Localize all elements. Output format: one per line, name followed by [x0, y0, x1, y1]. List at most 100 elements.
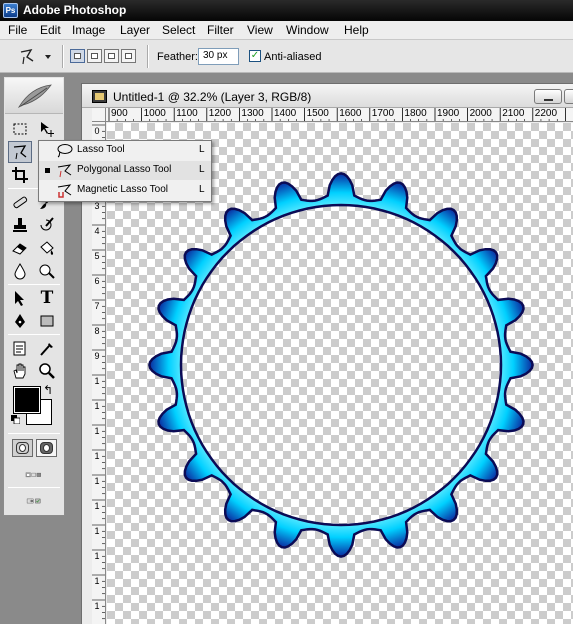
menu-edit[interactable]: Edit	[40, 23, 61, 37]
document-title: Untitled-1 @ 32.2% (Layer 3, RGB/8)	[113, 90, 312, 104]
ruler-label: 1	[94, 501, 100, 511]
marquee-icon	[13, 123, 27, 135]
menu-filter[interactable]: Filter	[207, 23, 234, 37]
chevron-down-icon	[45, 55, 51, 59]
ruler-label: 9	[94, 351, 100, 361]
tool-history-brush[interactable]	[35, 214, 59, 236]
tool-notes[interactable]	[8, 337, 32, 359]
tool-path-selection[interactable]	[8, 287, 32, 309]
tool-zoom[interactable]	[35, 360, 59, 382]
feather-input[interactable]: 30 px	[198, 48, 239, 65]
ruler-label: 1400	[274, 108, 297, 119]
horizontal-ruler[interactable]: 900 1000 1100 1200 1300 1400 1500 1600 1700 1800 1…	[106, 108, 573, 122]
tool-type[interactable]: T	[35, 287, 59, 309]
menu-layer[interactable]: Layer	[120, 23, 150, 37]
crop-icon	[12, 167, 28, 183]
ruler-label: 1800	[404, 108, 427, 119]
menu-select[interactable]: Select	[162, 23, 195, 37]
maximize-button[interactable]	[564, 89, 573, 104]
ruler-label: 3	[94, 201, 100, 211]
move-icon	[41, 122, 54, 137]
ruler-label: 900	[111, 108, 128, 119]
swap-colors-icon[interactable]: ↰	[43, 383, 53, 397]
foreground-color-swatch[interactable]	[13, 386, 41, 414]
ruler-label: 7	[94, 301, 100, 311]
app-title: Adobe Photoshop	[23, 3, 127, 17]
antialias-label: Anti-aliased	[264, 51, 322, 63]
eyedropper-icon	[40, 343, 53, 356]
divider	[8, 284, 60, 285]
menu-help[interactable]: Help	[344, 23, 369, 37]
tool-lasso[interactable]	[8, 141, 32, 163]
ruler-label: 4	[94, 226, 100, 236]
magnetic-lasso-icon	[57, 184, 72, 198]
history-brush-icon	[40, 217, 54, 231]
ruler-label: 1	[94, 526, 100, 536]
tool-hand[interactable]	[8, 360, 32, 382]
tool-blur[interactable]	[8, 260, 32, 282]
menu-image[interactable]: Image	[72, 23, 105, 37]
blur-icon	[14, 263, 26, 280]
tool-pen[interactable]	[8, 310, 32, 332]
tool-shape[interactable]	[35, 310, 59, 332]
add-to-selection-button[interactable]	[87, 49, 102, 63]
intersect-selection-button[interactable]	[121, 49, 136, 63]
jump-to-imageready-button[interactable]	[8, 491, 60, 511]
antialias-checkbox[interactable]: ✓	[249, 50, 261, 62]
ps-app-icon: Ps	[3, 3, 18, 18]
polygonal-lasso-icon	[57, 164, 72, 178]
ruler-label: 6	[94, 276, 100, 286]
minimize-button[interactable]	[534, 89, 562, 104]
ruler-origin[interactable]	[92, 108, 106, 122]
standard-mode-button[interactable]	[12, 439, 33, 457]
ruler-label: 1	[94, 476, 100, 486]
ruler-label: 1	[94, 576, 100, 586]
ruler-label: 1500	[306, 108, 329, 119]
imageready-icon	[26, 498, 41, 504]
ruler-label: 8	[94, 326, 100, 336]
polygonal-lasso-icon	[20, 49, 51, 65]
tool-marquee[interactable]	[8, 118, 32, 140]
ruler-label: 1	[94, 601, 100, 611]
feather-logo-icon	[17, 84, 52, 108]
menu-file[interactable]: File	[8, 23, 27, 37]
feather-label: Feather:	[157, 51, 198, 63]
flyout-item-polygonal-lasso[interactable]: Polygonal Lasso Tool L	[39, 161, 211, 180]
subtract-from-selection-button[interactable]	[104, 49, 119, 63]
notes-icon	[13, 341, 26, 356]
ruler-label: 1	[94, 376, 100, 386]
tool-eyedropper[interactable]	[35, 337, 59, 359]
stamp-icon	[13, 218, 27, 232]
eraser-icon	[12, 243, 27, 255]
lasso-tools-flyout: Lasso Tool L Polygonal Lasso Tool L Magn…	[38, 140, 212, 202]
path-select-icon	[15, 291, 24, 306]
new-selection-button[interactable]	[70, 49, 85, 63]
ruler-label: 1200	[208, 108, 232, 119]
menu-view[interactable]: View	[247, 23, 273, 37]
tool-paint-bucket[interactable]	[35, 237, 59, 259]
healing-icon	[13, 196, 28, 209]
flyout-shortcut: L	[199, 144, 205, 155]
default-colors-icon[interactable]	[11, 415, 20, 424]
quick-mask-button[interactable]	[36, 439, 57, 457]
tool-dodge[interactable]	[35, 260, 59, 282]
palette-header[interactable]	[5, 78, 63, 114]
document-icon	[92, 90, 107, 103]
tool-eraser[interactable]	[8, 237, 32, 259]
ruler-label: 5	[94, 251, 100, 261]
flyout-item-lasso[interactable]: Lasso Tool L	[39, 141, 211, 160]
divider	[8, 433, 60, 434]
screen-mode-buttons	[6, 465, 62, 485]
menu-window[interactable]: Window	[286, 23, 329, 37]
document-titlebar[interactable]: Untitled-1 @ 32.2% (Layer 3, RGB/8)	[82, 84, 573, 108]
tool-clone-stamp[interactable]	[8, 214, 32, 236]
tool-move[interactable]	[35, 118, 59, 140]
ruler-label: 1100	[176, 108, 198, 119]
screen-mode-icon[interactable]	[25, 466, 43, 484]
tool-crop[interactable]	[8, 164, 32, 186]
ruler-label: 1600	[339, 108, 362, 119]
flyout-item-magnetic-lasso[interactable]: Magnetic Lasso Tool L	[39, 181, 211, 200]
tool-healing-brush[interactable]	[8, 191, 32, 213]
tool-preset-picker[interactable]	[15, 46, 57, 67]
divider	[8, 334, 60, 335]
